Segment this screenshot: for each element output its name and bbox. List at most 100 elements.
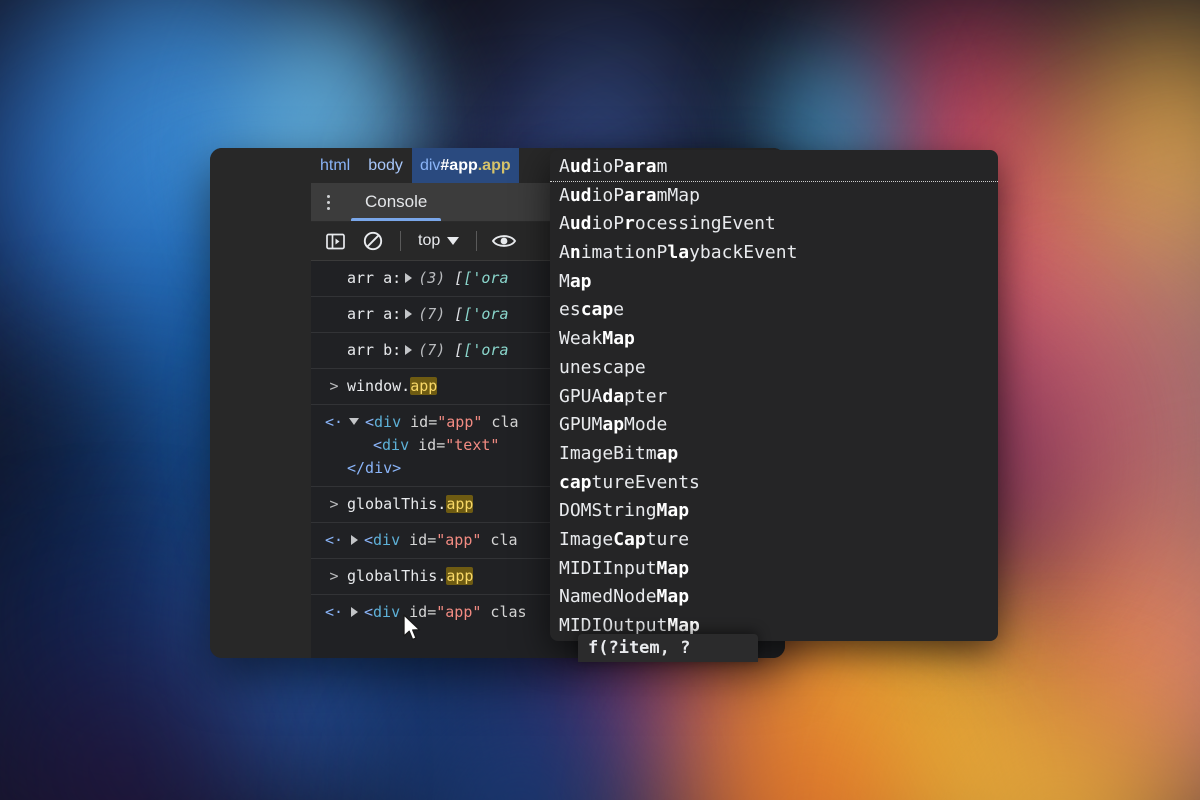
match-chars: ap: [569, 270, 592, 292]
eye-icon[interactable]: [488, 227, 520, 255]
dom-attr-name: id=: [401, 413, 438, 431]
expand-triangle-icon[interactable]: [405, 344, 413, 355]
log-label: arr a:: [347, 305, 402, 323]
expression-text: globalThis.: [347, 567, 447, 585]
array-preview: ['ora: [463, 305, 509, 323]
autocomplete-item[interactable]: unescape: [550, 354, 998, 383]
autocomplete-item[interactable]: WeakMap: [550, 325, 998, 354]
plain-chars: MIDIInput: [559, 557, 657, 579]
array-preview: ['ora: [463, 269, 509, 287]
match-chars: cap: [559, 471, 592, 493]
match-chars: ud: [569, 156, 592, 177]
plain-chars: DOMString: [559, 500, 657, 522]
autocomplete-item[interactable]: captureEvents: [550, 469, 998, 498]
expand-triangle-icon[interactable]: [351, 606, 358, 617]
autocomplete-item[interactable]: AnimationPlaybackEvent: [550, 239, 998, 268]
match-chars: n: [569, 242, 581, 264]
plain-chars: Image: [559, 528, 614, 550]
match-chars: Map: [656, 557, 690, 579]
match-chars: ap: [656, 442, 679, 464]
angle-bracket: <: [373, 436, 383, 454]
execution-context-select[interactable]: top: [412, 232, 465, 250]
match-chars: ap: [602, 414, 625, 436]
autocomplete-item[interactable]: NamedNodeMap: [550, 583, 998, 612]
match-chars: Cap: [613, 528, 646, 550]
plain-chars: A: [559, 156, 570, 177]
signature-tooltip: f(?item, ?options): [578, 634, 758, 662]
breadcrumb-item-body[interactable]: body: [359, 148, 412, 183]
angle-bracket: <: [364, 531, 374, 549]
match-chars: Map: [602, 328, 635, 350]
plain-chars: Mode: [624, 414, 668, 436]
autocomplete-item[interactable]: AudioParamMap: [550, 182, 998, 211]
plain-chars: A: [559, 184, 570, 206]
dom-tagname: div: [373, 603, 401, 621]
autocomplete-item[interactable]: AudioProcessingEvent: [550, 210, 998, 239]
autocomplete-item[interactable]: ImageBitmap: [550, 440, 998, 469]
dom-tagname: div: [373, 531, 401, 549]
more-tools-kebab-icon[interactable]: [311, 183, 345, 221]
plain-chars: MIDIOutput: [559, 615, 668, 636]
array-length: (3): [418, 269, 446, 287]
row-gutter-prompt: >: [329, 377, 339, 395]
plain-chars: imationP: [580, 242, 668, 264]
tab-console-label: Console: [365, 192, 428, 211]
breadcrumb-tagname: div: [419, 157, 441, 174]
match-chars: la: [667, 242, 690, 264]
autocomplete-item[interactable]: GPUAdapter: [550, 383, 998, 412]
expression-highlight: app: [446, 567, 474, 585]
expand-triangle-icon[interactable]: [351, 534, 358, 545]
autocomplete-popup[interactable]: AudioParam AudioParamMap AudioProcessingEv…: [550, 150, 998, 641]
plain-chars: ture: [645, 528, 690, 550]
autocomplete-item[interactable]: MIDIInputMap: [550, 555, 998, 584]
match-chars: cap: [580, 299, 614, 321]
plain-chars: ioP: [591, 156, 625, 177]
breadcrumb-item-html[interactable]: html: [311, 148, 359, 183]
collapse-triangle-icon[interactable]: [349, 417, 359, 425]
expand-triangle-icon[interactable]: [405, 272, 413, 283]
autocomplete-item[interactable]: escape: [550, 296, 998, 325]
match-chars: ud: [569, 213, 592, 235]
console-sidebar-toggle-icon[interactable]: [319, 227, 351, 255]
toolbar-divider-1: [400, 231, 401, 251]
match-chars: ara: [624, 156, 657, 177]
log-label: arr a:: [347, 269, 402, 287]
expression-text: globalThis.: [347, 495, 447, 513]
dom-attr-value: "app": [437, 413, 483, 431]
dom-attr-name: id=: [400, 531, 437, 549]
plain-chars: ImageBitm: [559, 442, 657, 464]
autocomplete-item[interactable]: DOMStringMap: [550, 497, 998, 526]
plain-chars: mMap: [656, 184, 700, 206]
expand-triangle-icon[interactable]: [405, 308, 413, 319]
log-label: arr b:: [347, 341, 402, 359]
dom-attr-tail: cla: [481, 531, 518, 549]
plain-chars: A: [559, 213, 570, 235]
plain-chars: ybackEvent: [689, 242, 798, 264]
match-chars: r: [624, 213, 635, 235]
plain-chars: GPUA: [559, 385, 603, 407]
expression-highlight: app: [446, 495, 474, 513]
autocomplete-item[interactable]: Map: [550, 268, 998, 297]
tab-console[interactable]: Console: [345, 183, 447, 221]
angle-bracket: <: [364, 603, 374, 621]
autocomplete-item[interactable]: AudioParam: [550, 153, 998, 182]
plain-chars: M: [559, 270, 570, 292]
match-chars: Map: [656, 500, 690, 522]
plain-chars: ocessingEvent: [634, 213, 776, 235]
breadcrumb-item-div-app[interactable]: div#app.app: [411, 148, 519, 183]
plain-chars: ioP: [591, 213, 625, 235]
clear-console-icon[interactable]: [357, 227, 389, 255]
match-chars: da: [602, 385, 625, 407]
autocomplete-item[interactable]: GPUMapMode: [550, 411, 998, 440]
dom-attr-value: "text": [445, 436, 500, 454]
plain-chars: Weak: [559, 328, 603, 350]
array-length: (7): [418, 305, 446, 323]
match-chars: Map: [667, 615, 700, 636]
toolbar-divider-2: [476, 231, 478, 251]
autocomplete-item[interactable]: ImageCapture: [550, 526, 998, 555]
elements-pane-gutter: [210, 148, 311, 658]
breadcrumb-class: .app: [477, 157, 511, 174]
plain-chars: m: [656, 156, 668, 177]
expression-highlight: app: [410, 377, 438, 395]
plain-chars: tureEvents: [591, 471, 700, 493]
